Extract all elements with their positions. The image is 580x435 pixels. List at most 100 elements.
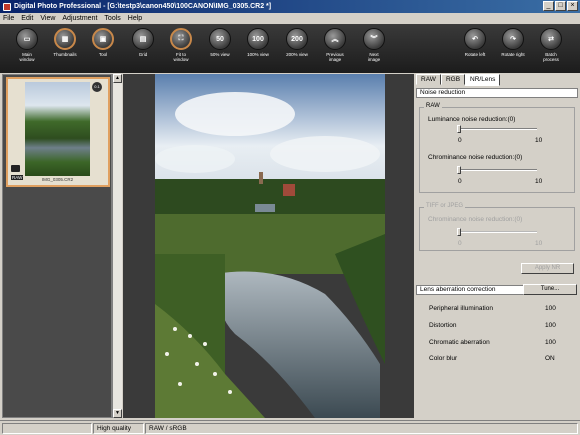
grid-icon: ▤ [132,28,154,50]
chrominance-slider[interactable] [457,166,537,174]
menu-help[interactable]: Help [128,15,142,22]
toolbar-label: 200% view [286,52,308,57]
distortion-value: 100 [545,322,556,329]
luminance-slider[interactable] [457,125,537,133]
tiff-max: 10 [535,240,543,247]
status-quality: High quality [93,423,144,434]
check-mark-badge: 0.1 [92,82,102,92]
tool-button[interactable]: ▣ Tool [87,28,119,57]
menu-bar: File Edit View Adjustment Tools Help [0,13,580,24]
zoom-100-button[interactable]: 100 100% view [242,28,274,57]
thumbnail-panel: 0.1 RAW IMG_0305.CR2 [2,74,112,418]
menu-view[interactable]: View [40,15,55,22]
status-bar: High quality RAW / sRGB [0,420,580,435]
image-view [123,74,414,418]
peripheral-illumination-value: 100 [545,305,556,312]
luminance-slider-handle[interactable] [457,125,461,133]
toolbar-label: Fit to window [173,52,189,62]
zoom-50-button[interactable]: 50 50% view [204,28,236,57]
noise-reduction-header: Noise reduction [416,88,578,98]
color-blur-label: Color blur [429,355,458,362]
previous-image-button[interactable]: ︽ Previous image [319,28,351,62]
tab-raw[interactable]: RAW [416,74,441,85]
minimize-button[interactable]: _ [543,1,554,11]
menu-adjustment[interactable]: Adjustment [62,15,97,22]
tool-palette: RAW RGB NR/Lens Noise reduction RAW Lumi… [415,74,580,418]
peripheral-illumination-label: Peripheral illumination [429,305,493,312]
chrominance-min: 0 [458,178,462,185]
tab-strip: RAW RGB NR/Lens [416,74,501,86]
camera-icon [11,165,20,172]
rotate-right-button[interactable]: ↷ Rotate right [497,28,529,57]
scroll-up-icon[interactable]: ▲ [113,74,122,83]
scroll-down-icon[interactable]: ▼ [113,409,122,418]
tiff-chrominance-slider-handle [457,228,461,236]
chrominance-max: 10 [535,178,543,185]
menu-edit[interactable]: Edit [21,15,33,22]
grid-button[interactable]: ▤ Grid [127,28,159,57]
toolbar-label: Rotate right [501,52,525,57]
thumbnail-image [25,82,90,176]
thumbnails-icon: ▦ [54,28,76,50]
luminance-min: 0 [458,137,462,144]
folder-icon: ▭ [16,28,38,50]
toolbar-label: Next image [367,52,381,62]
next-image-button[interactable]: ︾ Next image [358,28,390,62]
tool-icon: ▣ [92,28,114,50]
toolbar-label: 100% view [247,52,269,57]
raw-tag: RAW [11,175,24,180]
thumbnail-filename: IMG_0305.CR2 [41,177,74,182]
fit-to-window-button[interactable]: ⛶ Fit to window [165,28,197,62]
title-bar: Digital Photo Professional - [G:\testp3\… [0,0,580,13]
tiff-chrominance-slider [457,228,537,236]
lens-correction-header: Lens aberration correction [416,285,524,295]
window-title: Digital Photo Professional - [G:\testp3\… [14,3,272,10]
color-blur-value: ON [545,355,555,362]
tiff-jpeg-group-label: TIFF or JPEG [424,203,466,209]
close-button[interactable]: × [567,1,578,11]
rotate-left-icon: ↶ [464,28,486,50]
batch-process-button[interactable]: ⇄ Batch process [535,28,567,62]
tab-rgb[interactable]: RGB [440,74,466,85]
menu-file[interactable]: File [3,15,14,22]
zoom-200-icon: 200 [286,28,308,50]
toolbar-label: Grid [138,52,148,57]
tune-button[interactable]: Tune... [523,284,577,295]
chromatic-aberration-value: 100 [545,339,556,346]
thumbnail-scrollbar[interactable]: ▲ ▼ [112,74,122,418]
toolbar-label: 50% view [210,52,230,57]
luminance-max: 10 [535,137,543,144]
toolbar-label: Batch process [543,52,559,62]
chrominance-label: Chrominance noise reduction:(0) [428,154,523,161]
chrominance-slider-handle[interactable] [457,166,461,174]
previous-image-icon: ︽ [324,28,346,50]
batch-process-icon: ⇄ [540,28,562,50]
luminance-label: Luminance noise reduction:(0) [428,116,516,123]
thumbnails-button[interactable]: ▦ Thumbnails [49,28,81,57]
toolbar-label: Thumbnails [53,52,77,57]
app-icon [3,2,11,11]
thumbnail-item[interactable]: 0.1 RAW IMG_0305.CR2 [6,77,110,187]
fit-window-icon: ⛶ [170,28,192,50]
toolbar: ▭ Main window ▦ Thumbnails ▣ Tool ▤ Grid… [0,24,580,73]
tab-nr-lens[interactable]: NR/Lens [465,74,501,86]
status-colorspace: RAW / sRGB [145,423,578,434]
toolbar-label: Tool [98,52,108,57]
next-image-icon: ︾ [363,28,385,50]
tiff-chrominance-label: Chrominance noise reduction:(0) [428,216,523,223]
maximize-button[interactable]: □ [555,1,566,11]
apply-nr-button[interactable]: Apply NR [521,263,574,274]
zoom-50-icon: 50 [209,28,231,50]
rotate-left-button[interactable]: ↶ Rotate left [459,28,491,57]
status-empty [2,423,92,434]
zoom-200-button[interactable]: 200 200% view [281,28,313,57]
main-window-button[interactable]: ▭ Main window [11,28,43,62]
photo[interactable] [155,74,385,418]
menu-tools[interactable]: Tools [104,15,120,22]
zoom-100-icon: 100 [247,28,269,50]
toolbar-label: Main window [19,52,35,62]
raw-group-label: RAW [424,103,442,109]
toolbar-label: Previous image [326,52,344,62]
chromatic-aberration-label: Chromatic aberration [429,339,490,346]
rotate-right-icon: ↷ [502,28,524,50]
